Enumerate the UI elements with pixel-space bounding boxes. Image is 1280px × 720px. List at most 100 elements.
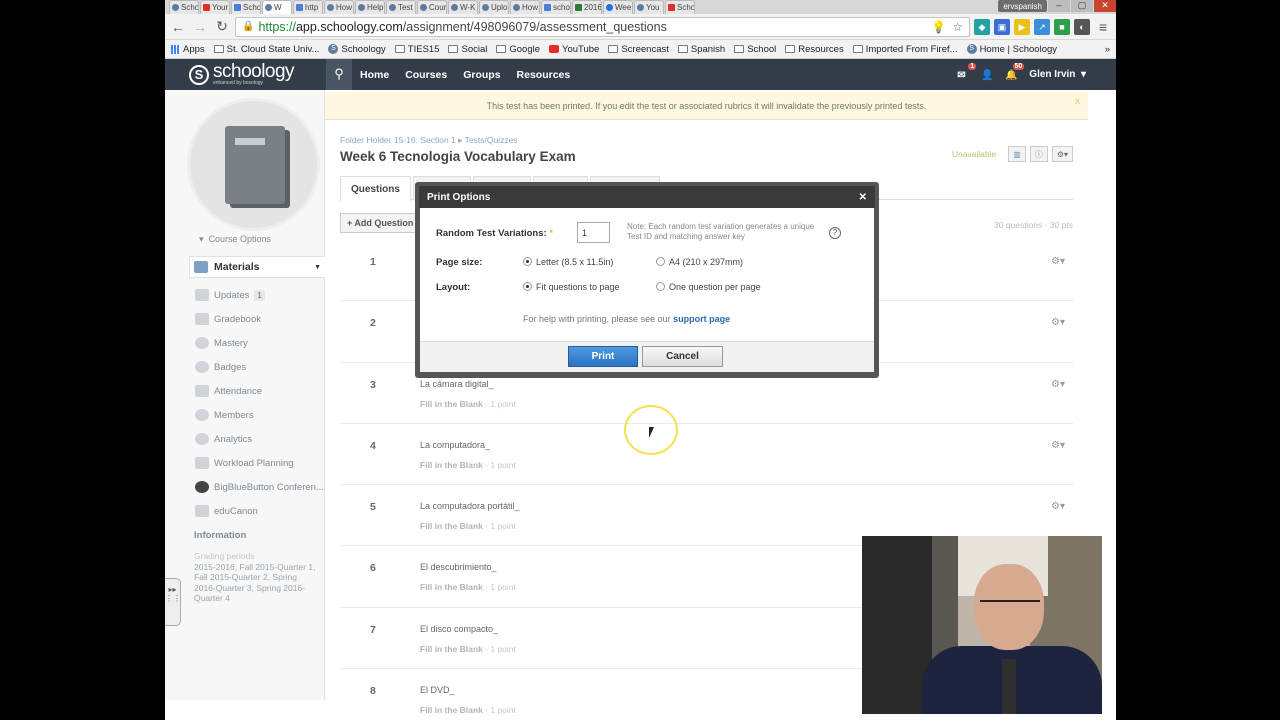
search-icon[interactable]: ⚲ xyxy=(326,59,352,90)
gear-icon[interactable]: ⚙▾ xyxy=(1051,146,1073,162)
sidebar-item-badges[interactable]: Badges xyxy=(195,355,325,379)
close-icon[interactable]: x xyxy=(1075,96,1080,107)
requests-icon[interactable]: 👤 xyxy=(981,70,993,81)
browser-tab[interactable]: Test xyxy=(386,0,416,14)
bookmark-item[interactable]: Social xyxy=(448,44,487,55)
address-bar[interactable]: 🔒 https:// app.schoology.com /assignment… xyxy=(235,16,970,37)
help-icon[interactable]: ? xyxy=(829,227,841,239)
print-button[interactable]: Print xyxy=(568,346,638,367)
bookmark-star-icon[interactable]: ☆ xyxy=(952,20,963,34)
variations-input[interactable] xyxy=(577,222,610,243)
bookmark-item[interactable]: S Home | Schoology xyxy=(966,44,1057,55)
gear-icon[interactable]: ⚙▾ xyxy=(1051,501,1065,512)
forward-icon[interactable]: → xyxy=(191,19,209,35)
notifications-icon[interactable]: 🔔 50 xyxy=(1005,62,1025,81)
info-icon[interactable]: ⓘ xyxy=(1029,146,1048,162)
bookmark-item[interactable]: S Schoology xyxy=(328,44,386,55)
extension-icon[interactable]: ▣ xyxy=(994,18,1010,35)
sidebar-item-bigbluebutton-conferen[interactable]: BigBlueButton Conferen... xyxy=(195,475,325,499)
gear-icon[interactable]: ⚙▾ xyxy=(1051,317,1065,328)
reload-icon[interactable]: ↻ xyxy=(213,18,231,35)
messages-icon[interactable]: ✉ 1 xyxy=(957,62,977,81)
browser-tab[interactable]: Uplo xyxy=(479,0,509,14)
sidebar-item-mastery[interactable]: Mastery xyxy=(195,331,325,355)
availability-status[interactable]: Unavailable xyxy=(952,149,996,159)
nav-resources[interactable]: Resources xyxy=(517,69,571,81)
nav-home[interactable]: Home xyxy=(360,69,389,81)
browser-tab[interactable]: Help xyxy=(355,0,385,14)
add-question-button[interactable]: + Add Question xyxy=(340,213,421,233)
layout-one-option[interactable]: One question per page xyxy=(656,282,761,292)
question-row[interactable]: 4 La computadora_ Fill in the Blank - 1 po… xyxy=(340,424,1073,486)
gear-icon[interactable]: ⚙▾ xyxy=(1051,440,1065,451)
browser-tab[interactable]: Scho xyxy=(169,0,199,14)
layout-fit-option[interactable]: Fit questions to page xyxy=(523,282,620,292)
sidebar-item-attendance[interactable]: Attendance xyxy=(195,379,325,403)
schoology-logo[interactable]: S schoology enhanced by boxology xyxy=(189,62,319,86)
cancel-button[interactable]: Cancel xyxy=(642,346,723,367)
browser-tab[interactable]: scho xyxy=(541,0,571,14)
menu-icon[interactable]: ≡ xyxy=(1094,19,1112,35)
browser-tab[interactable]: Wee xyxy=(603,0,633,14)
tab-questions[interactable]: Questions xyxy=(340,176,411,201)
sidebar-item-updates[interactable]: Updates 1 xyxy=(195,283,325,307)
bookmark-item[interactable]: TIES15 xyxy=(394,44,439,55)
bookmark-item[interactable]: Imported From Firef... xyxy=(852,44,958,55)
bookmark-item[interactable]: Screencast xyxy=(608,44,669,55)
extension-icon[interactable]: ↗ xyxy=(1034,18,1050,35)
bookmark-item[interactable]: Spanish xyxy=(677,44,725,55)
browser-tab[interactable]: W xyxy=(262,0,292,14)
bookmark-item[interactable]: School xyxy=(734,44,776,55)
lightbulb-icon[interactable]: 💡 xyxy=(931,20,946,34)
radio-button[interactable] xyxy=(523,257,532,266)
browser-tab[interactable]: How xyxy=(324,0,354,14)
sidebar-item-analytics[interactable]: Analytics xyxy=(195,427,325,451)
bookmark-item[interactable]: YouTube xyxy=(549,44,599,55)
radio-button[interactable] xyxy=(656,257,665,266)
browser-tab[interactable]: You xyxy=(634,0,664,14)
close-icon[interactable]: ✕ xyxy=(1094,0,1116,12)
browser-tab[interactable]: Your xyxy=(200,0,230,14)
browser-tab[interactable]: Scho xyxy=(665,0,695,14)
breadcrumb-folder[interactable]: Folder Holder 15-16: Section 1 xyxy=(340,135,456,145)
user-menu[interactable]: Glen Irvin ▾ xyxy=(1029,69,1086,80)
support-page-link[interactable]: support page xyxy=(673,314,730,324)
browser-tab[interactable]: Cour xyxy=(417,0,447,14)
maximize-icon[interactable]: ▢ xyxy=(1071,0,1093,12)
sidebar-item-gradebook[interactable]: Gradebook xyxy=(195,307,325,331)
nav-courses[interactable]: Courses xyxy=(405,69,447,81)
extension-icon[interactable]: ■ xyxy=(1054,18,1070,35)
bookmark-item[interactable]: St. Cloud State Univ... xyxy=(213,44,319,55)
bookmark-item[interactable]: Google xyxy=(496,44,540,55)
sidebar-item-materials[interactable]: Materials ▼ xyxy=(189,256,325,278)
sidebar-item-educanon[interactable]: eduCanon xyxy=(195,499,325,523)
stats-icon[interactable]: ▥ xyxy=(1008,146,1026,162)
breadcrumb-section[interactable]: Tests/Quizzes xyxy=(465,135,518,145)
extension-icon[interactable]: ◆ xyxy=(974,18,990,35)
extension-icon[interactable]: ◐ xyxy=(1074,18,1090,35)
browser-tab[interactable]: Scho xyxy=(231,0,261,14)
sidebar-item-workload-planning[interactable]: Workload Planning xyxy=(195,451,325,475)
browser-tab[interactable]: How xyxy=(510,0,540,14)
browser-tab[interactable]: W-K xyxy=(448,0,478,14)
sidebar-item-members[interactable]: Members xyxy=(195,403,325,427)
page-size-a4-option[interactable]: A4 (210 x 297mm) xyxy=(656,257,743,267)
gear-icon[interactable]: ⚙▾ xyxy=(1051,379,1065,390)
back-icon[interactable]: ← xyxy=(169,19,187,35)
browser-tab[interactable]: 2016 xyxy=(572,0,602,14)
radio-button[interactable] xyxy=(656,282,665,291)
sidebar-toggle-handle[interactable]: ▸▸ ⋮⋮ xyxy=(165,578,181,626)
browser-tab[interactable]: http xyxy=(293,0,323,14)
radio-button[interactable] xyxy=(523,282,532,291)
bookmark-item[interactable]: Resources xyxy=(785,44,844,55)
more-bookmarks-icon[interactable]: » xyxy=(1105,44,1110,55)
extension-icon[interactable]: ▶ xyxy=(1014,18,1030,35)
page-size-letter-option[interactable]: Letter (8.5 x 11.5in) xyxy=(523,257,613,267)
minimize-icon[interactable]: – xyxy=(1048,0,1070,12)
bookmark-item[interactable]: Apps xyxy=(171,44,205,55)
close-icon[interactable]: ✕ xyxy=(859,192,867,203)
profile-button[interactable]: ervspanish xyxy=(998,0,1047,12)
gear-icon[interactable]: ⚙▾ xyxy=(1051,256,1065,267)
course-options-button[interactable]: ▾ Course Options xyxy=(199,234,271,245)
nav-groups[interactable]: Groups xyxy=(463,69,500,81)
